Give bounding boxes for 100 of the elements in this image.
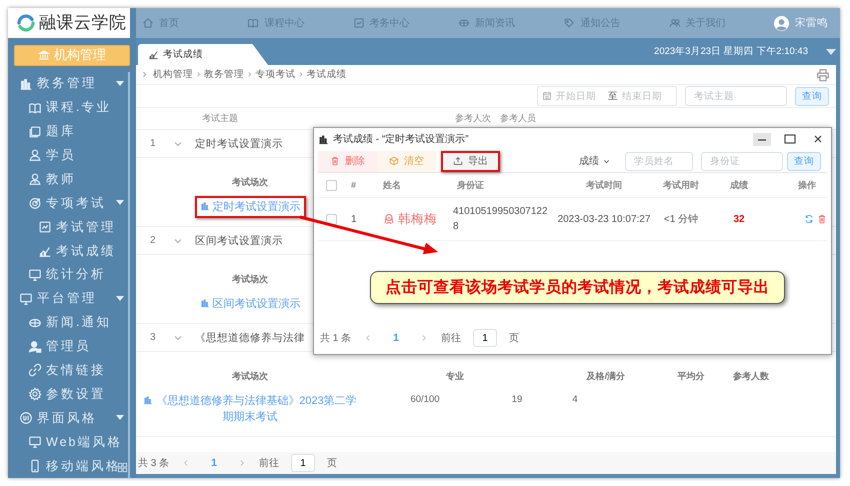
scrollbar[interactable] <box>128 72 130 478</box>
document-icon <box>38 220 52 234</box>
sidebar-item[interactable]: 参数设置 <box>8 382 136 406</box>
user-name: 宋雷鸣 <box>795 16 828 30</box>
range-separator: 至 <box>608 90 618 102</box>
monitor-icon <box>28 435 42 450</box>
grid-icon <box>117 462 128 473</box>
sidebar-item[interactable]: 新闻.通知 <box>8 310 136 335</box>
toolbar-button[interactable]: 清空 <box>377 150 436 172</box>
sidebar-item[interactable]: 考试成绩 <box>8 239 136 263</box>
person-icon <box>28 340 42 354</box>
exam-topic: 定时考试设置演示 <box>195 136 283 150</box>
page-unit: 页 <box>326 457 337 470</box>
sort-dropdown[interactable]: 成绩 <box>573 153 617 169</box>
column-header: 成绩 <box>729 178 749 192</box>
score-cell-text: 32 <box>732 214 746 224</box>
sidebar-item[interactable]: 题库 <box>8 120 136 144</box>
breadcrumb-link[interactable]: 机构管理 <box>153 68 193 81</box>
date-time: 2023年3月23日 星期四 下午2:10:43 <box>654 45 808 58</box>
checkbox[interactable] <box>326 214 337 224</box>
sidebar-item[interactable]: 考试管理 <box>8 215 136 240</box>
link-icon <box>28 363 42 378</box>
sidebar-item[interactable]: 移动端风格 <box>8 454 136 478</box>
sidebar-item[interactable]: 统计分析 <box>8 262 136 287</box>
exam-session-link[interactable]: 《思想道德修养与法律基础》2023第二学期期末考试 <box>138 390 362 428</box>
avatar-icon <box>774 16 789 30</box>
table-cell-text: 2023-03-23 10:07:27 <box>556 214 652 224</box>
monitor-icon <box>19 292 33 306</box>
column-header: 身份证 <box>456 178 485 192</box>
id-number-field[interactable]: 身份证 <box>701 152 783 170</box>
caret-icon[interactable] <box>826 48 836 56</box>
table-cell-text: 1 <box>350 214 358 224</box>
table-cell-text: 4 <box>571 393 579 405</box>
monitor-icon <box>28 268 42 282</box>
sidebar-item[interactable]: 学员 <box>8 144 136 168</box>
column-header: 操作 <box>797 178 817 192</box>
logo-text: 融课云学院 <box>39 12 126 34</box>
row-number: 2 <box>149 235 157 246</box>
people-icon <box>668 17 681 29</box>
calendar-icon <box>542 91 552 101</box>
sidebar-item[interactable]: Web端风格 <box>8 430 136 454</box>
page-input[interactable]: 1 <box>472 329 497 347</box>
sidebar-item[interactable]: 课程.专业 <box>8 96 136 120</box>
page-unit: 页 <box>508 332 519 345</box>
person-icon <box>28 148 42 162</box>
sidebar-item[interactable]: 管理员 <box>8 334 136 359</box>
bar-chart-icon <box>200 201 210 211</box>
trash-icon[interactable] <box>817 214 827 224</box>
total-count: 共 3 条 <box>138 456 170 470</box>
building-icon <box>38 49 50 62</box>
column-header: 考试场次 <box>232 177 268 187</box>
target-icon <box>28 196 42 210</box>
column-header: 专业 <box>446 371 464 381</box>
start-date-field[interactable]: 开始日期 <box>556 90 604 102</box>
person-icon <box>383 213 395 225</box>
exam-session-link[interactable]: 区间考试设置演示 <box>194 293 306 315</box>
student-name-field[interactable]: 学员姓名 <box>625 152 693 170</box>
bar-chart-icon <box>19 76 33 91</box>
trash-icon <box>330 156 340 166</box>
book-icon <box>28 100 42 115</box>
page-tab[interactable]: 考试成绩 <box>138 44 268 65</box>
home-icon <box>142 17 154 29</box>
topic-field[interactable]: 考试主题 <box>685 86 787 106</box>
column-header: 参考人次 <box>455 112 492 125</box>
toolbar-button[interactable]: 删除 <box>318 150 377 172</box>
refresh-icon[interactable] <box>804 214 814 224</box>
page-number[interactable]: 1 <box>385 332 407 344</box>
column-header: 考试场次 <box>232 371 268 381</box>
minimize-icon[interactable] <box>753 132 771 146</box>
breadcrumb-link[interactable]: 专项考试 <box>255 68 296 81</box>
toolbar-button[interactable]: 导出 <box>441 150 500 172</box>
breadcrumb-link[interactable]: 教务管理 <box>204 68 244 81</box>
column-header: 考试场次 <box>232 274 268 284</box>
breadcrumb-separator: › <box>299 69 303 80</box>
student-name: 韩梅梅 <box>398 210 437 228</box>
sidebar-item[interactable]: 教师 <box>8 167 136 192</box>
page-input[interactable]: 1 <box>290 454 315 472</box>
table-cell-text: <1 分钟 <box>662 212 700 226</box>
sidebar-item[interactable]: 友情链接 <box>8 358 136 382</box>
query-button[interactable]: 查询 <box>795 86 829 106</box>
column-header: 参考人员 <box>500 112 536 125</box>
breadcrumb-separator: › <box>248 69 252 80</box>
checkbox[interactable] <box>326 180 337 190</box>
column-header: 参考人数 <box>733 371 769 381</box>
column-header: # <box>350 180 358 190</box>
gear-icon <box>28 387 42 402</box>
globe-icon <box>458 17 470 29</box>
exam-topic: 《思想道德修养与法律 <box>195 330 305 344</box>
exam-session-link[interactable]: 定时考试设置演示 <box>194 196 306 218</box>
bar-chart-icon <box>318 134 329 144</box>
exam-topic: 区间考试设置演示 <box>195 234 283 248</box>
bar-chart-icon <box>200 298 210 308</box>
bar-chart-icon <box>143 395 154 405</box>
end-date-field[interactable]: 结束日期 <box>622 90 670 102</box>
column-header: 平均分 <box>678 371 704 381</box>
page-number[interactable]: 1 <box>203 457 225 469</box>
breadcrumb-link[interactable]: 考试成绩 <box>306 68 347 81</box>
dialog-title: 考试成绩 - “定时考试设置演示” <box>333 132 469 146</box>
logo-icon <box>16 12 36 33</box>
query-button[interactable]: 查询 <box>787 152 821 170</box>
